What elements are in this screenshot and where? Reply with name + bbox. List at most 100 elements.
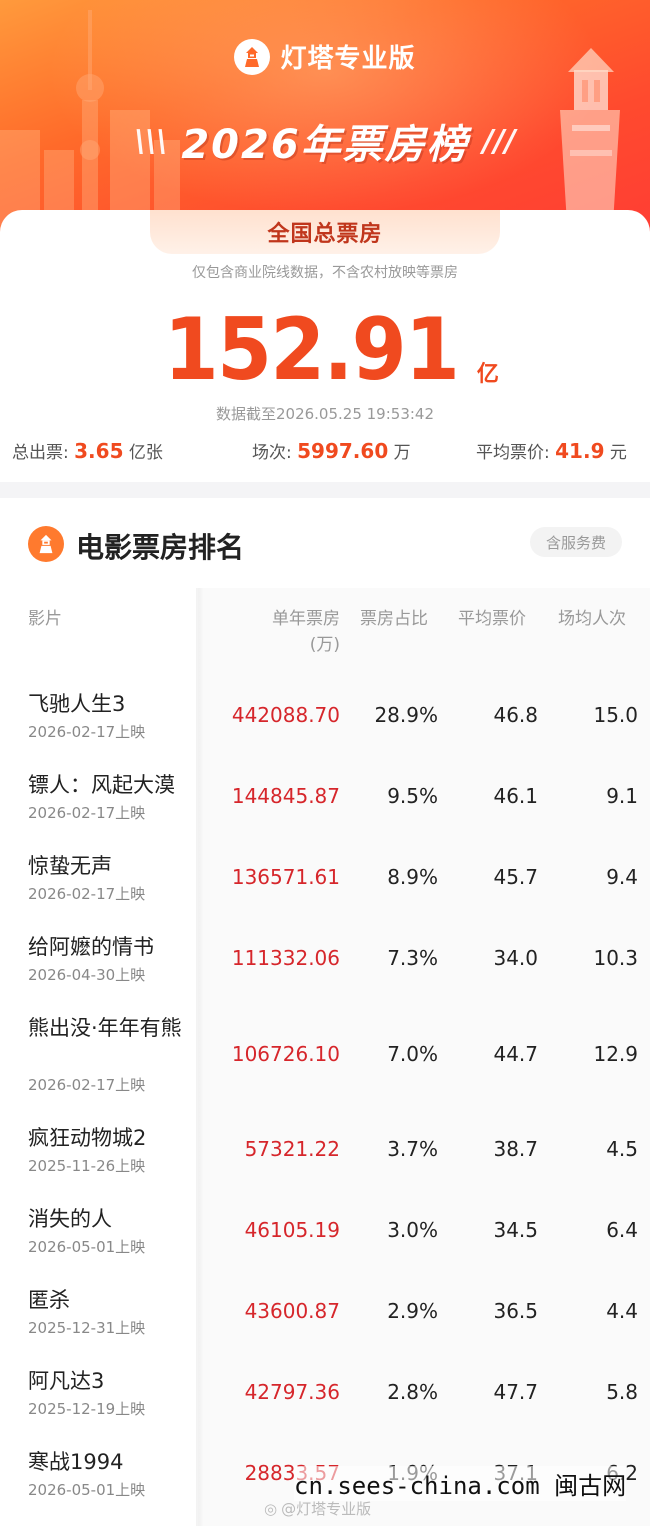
- column-header-film[interactable]: 影片: [28, 606, 62, 632]
- avg-price-value: 46.1: [493, 784, 538, 808]
- right-slashes-icon: ///: [482, 123, 516, 159]
- film-name: 惊蛰无声: [28, 854, 112, 878]
- box-office-value: 46105.19: [244, 1218, 340, 1242]
- film-name: 阿凡达3: [28, 1369, 105, 1393]
- avg-price-value: 46.8: [493, 703, 538, 727]
- column-header-box-office-line2: (万): [309, 635, 340, 655]
- stat-shows-unit: 万: [388, 443, 411, 463]
- share-value: 2.9%: [387, 1299, 438, 1323]
- weibo-icon: ◎: [264, 1499, 278, 1518]
- film-name: 熊出没·年年有熊: [28, 1016, 182, 1040]
- stat-shows-label: 场次:: [252, 443, 298, 463]
- summary-stats: 总出票: 3.65 亿张 场次: 5997.60 万 平均票价: 41.9 元: [0, 438, 650, 468]
- share-value: 7.0%: [387, 1042, 438, 1066]
- table-row[interactable]: 熊出没·年年有熊 2026-02-17上映 106726.10 7.0% 44.…: [0, 1004, 650, 1114]
- table-row[interactable]: 飞驰人生3 2026-02-17上映 442088.70 28.9% 46.8 …: [0, 680, 650, 761]
- lighthouse-logo-icon: [234, 38, 271, 75]
- avg-price-value: 36.5: [493, 1299, 538, 1323]
- share-value: 7.3%: [387, 946, 438, 970]
- per-show-value: 10.3: [593, 946, 638, 970]
- stat-tickets: 总出票: 3.65 亿张: [12, 438, 163, 463]
- stat-shows-value: 5997.60: [297, 439, 389, 463]
- site-watermark: cn.sees-china.com 闽古网: [294, 1466, 627, 1501]
- per-show-value: 4.5: [606, 1137, 638, 1161]
- ranking-header: 电影票房排名 含服务费: [0, 498, 650, 588]
- table-row[interactable]: 镖人：风起大漠 2026-02-17上映 144845.87 9.5% 46.1…: [0, 761, 650, 842]
- per-show-value: 4.4: [606, 1299, 638, 1323]
- banner-title: \\\ 2026年票房榜 ///: [0, 112, 650, 170]
- film-name: 消失的人: [28, 1207, 112, 1231]
- per-show-value: 15.0: [593, 703, 638, 727]
- per-show-value: 9.1: [606, 784, 638, 808]
- total-unit: 亿: [476, 362, 499, 387]
- column-header-avg-price[interactable]: 平均票价: [458, 606, 526, 632]
- table-header: 影片 单年票房 (万) 票房占比 平均票价 场均人次: [0, 606, 650, 666]
- film-name: 疯狂动物城2: [28, 1126, 147, 1150]
- table-row[interactable]: 消失的人 2026-05-01上映 46105.19 3.0% 34.5 6.4: [0, 1195, 650, 1276]
- box-office-value: 111332.06: [231, 946, 340, 970]
- table-row[interactable]: 给阿嬷的情书 2026-04-30上映 111332.06 7.3% 34.0 …: [0, 923, 650, 1004]
- data-timestamp: 数据截至2026.05.25 19:53:42: [215, 405, 435, 423]
- per-show-value: 6.4: [606, 1218, 638, 1242]
- summary-tab-label: 全国总票房: [267, 222, 383, 247]
- column-header-share[interactable]: 票房占比: [360, 606, 428, 632]
- film-release-date: 2026-02-17上映: [28, 1076, 146, 1094]
- share-value: 2.8%: [387, 1380, 438, 1404]
- avg-price-value: 38.7: [493, 1137, 538, 1161]
- left-slashes-icon: \\\: [134, 123, 168, 159]
- stat-avg-price-value: 41.9: [555, 439, 605, 463]
- box-office-value: 136571.61: [231, 865, 340, 889]
- column-header-box-office[interactable]: 单年票房 (万): [220, 606, 340, 658]
- share-value: 3.0%: [387, 1218, 438, 1242]
- weibo-handle: @灯塔专业版: [281, 1500, 372, 1518]
- avg-price-value: 44.7: [493, 1042, 538, 1066]
- box-office-value: 442088.70: [231, 703, 340, 727]
- column-header-per-show[interactable]: 场均人次: [558, 606, 626, 632]
- stat-avg-price-unit: 元: [604, 443, 627, 463]
- box-office-value: 43600.87: [244, 1299, 340, 1323]
- page-title: 2026年票房榜: [181, 122, 469, 168]
- film-release-date: 2026-05-01上映: [28, 1238, 146, 1256]
- film-release-date: 2025-11-26上映: [28, 1157, 146, 1175]
- box-office-value: 106726.10: [231, 1042, 340, 1066]
- film-name: 匿杀: [28, 1288, 70, 1312]
- share-value: 9.5%: [387, 784, 438, 808]
- film-release-date: 2026-04-30上映: [28, 966, 146, 984]
- total-box-office: 152.91 亿: [0, 302, 650, 398]
- film-release-date: 2025-12-31上映: [28, 1319, 146, 1337]
- summary-tab: 全国总票房: [150, 210, 500, 254]
- weibo-watermark: ◎ @灯塔专业版: [264, 1498, 371, 1519]
- total-value: 152.91: [163, 300, 460, 400]
- stat-tickets-label: 总出票:: [12, 443, 75, 463]
- box-office-value: 144845.87: [231, 784, 340, 808]
- film-name: 给阿嬷的情书: [28, 935, 154, 959]
- film-name: 镖人：风起大漠: [28, 773, 175, 797]
- summary-note: 仅包含商业院线数据，不含农村放映等票房: [192, 265, 458, 281]
- service-fee-badge[interactable]: 含服务费: [530, 527, 622, 557]
- share-value: 3.7%: [387, 1137, 438, 1161]
- film-release-date: 2026-02-17上映: [28, 885, 146, 903]
- table-row[interactable]: 惊蛰无声 2026-02-17上映 136571.61 8.9% 45.7 9.…: [0, 842, 650, 923]
- table-row[interactable]: 疯狂动物城2 2025-11-26上映 57321.22 3.7% 38.7 4…: [0, 1114, 650, 1195]
- avg-price-value: 45.7: [493, 865, 538, 889]
- header-banner: 灯塔专业版 \\\ 2026年票房榜 ///: [0, 0, 650, 240]
- avg-price-value: 47.7: [493, 1380, 538, 1404]
- stat-tickets-value: 3.65: [74, 439, 124, 463]
- table-row[interactable]: 匿杀 2025-12-31上映 43600.87 2.9% 36.5 4.4: [0, 1276, 650, 1357]
- share-value: 28.9%: [374, 703, 438, 727]
- film-release-date: 2026-05-01上映: [28, 1481, 146, 1499]
- table-row[interactable]: 阿凡达3 2025-12-19上映 42797.36 2.8% 47.7 5.8: [0, 1357, 650, 1438]
- box-office-value: 42797.36: [244, 1380, 340, 1404]
- ranking-title: 电影票房排名: [76, 531, 245, 564]
- per-show-value: 5.8: [606, 1380, 638, 1404]
- stat-shows: 场次: 5997.60 万: [252, 438, 411, 463]
- table-body: 飞驰人生3 2026-02-17上映 442088.70 28.9% 46.8 …: [0, 680, 650, 1519]
- box-office-value: 57321.22: [244, 1137, 340, 1161]
- summary-card: 全国总票房 仅包含商业院线数据，不含农村放映等票房 152.91 亿 数据截至2…: [0, 210, 650, 480]
- avg-price-value: 34.0: [493, 946, 538, 970]
- brand-name: 灯塔专业版: [280, 44, 416, 74]
- film-name: 寒战1994: [28, 1450, 124, 1474]
- stat-avg-price: 平均票价: 41.9 元: [476, 438, 627, 463]
- section-divider: [0, 482, 650, 498]
- film-name: 飞驰人生3: [28, 692, 126, 716]
